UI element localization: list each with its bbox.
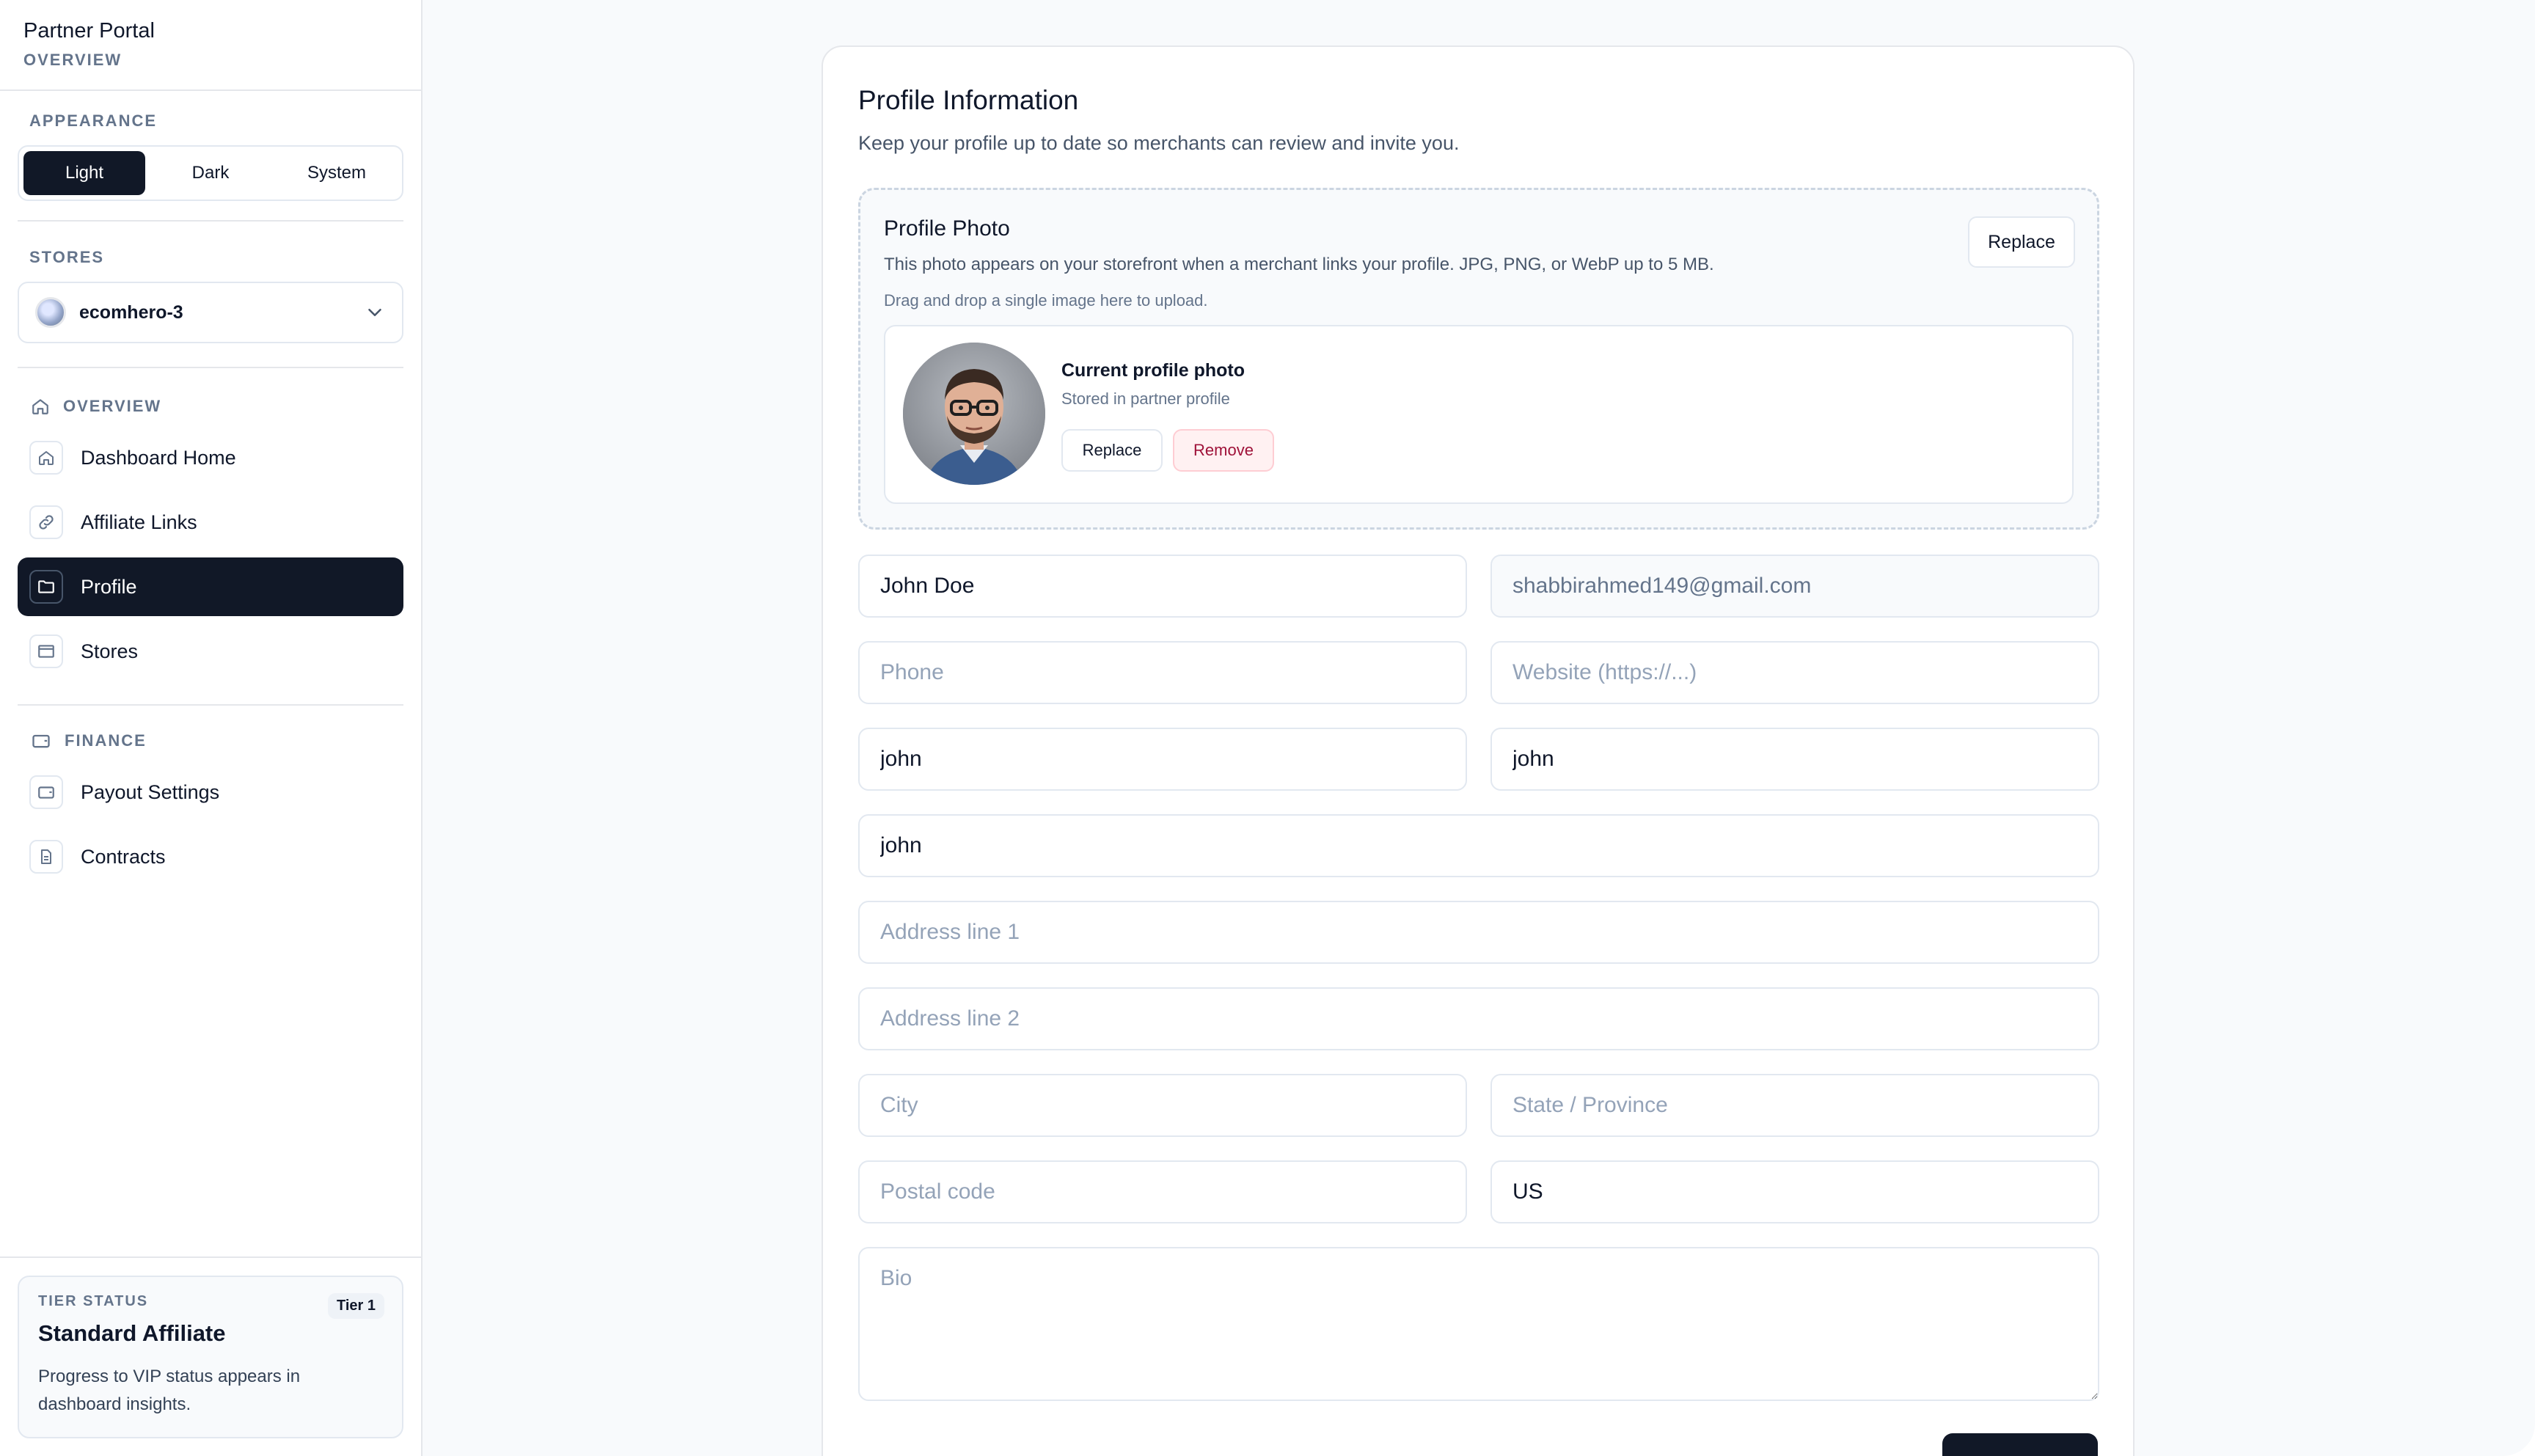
photo-dropzone[interactable]: Profile Photo This photo appears on your… [858,188,2099,530]
stores-section: STORES ecomhero-3 [0,222,421,343]
postal-code-input[interactable] [858,1160,1467,1223]
wallet-icon [38,786,54,799]
finance-nav: FINANCE Payout Settings Contracts [0,706,421,886]
tier-status-card: TIER STATUS Tier 1 Standard Affiliate Pr… [18,1276,403,1438]
link-icon-box [29,505,63,539]
website-input[interactable] [1490,641,2099,704]
appearance-label: APPEARANCE [29,111,158,130]
globe-icon [35,297,66,328]
sidebar-item-payout-settings[interactable]: Payout Settings [18,763,403,822]
state-input[interactable] [1490,1074,2099,1137]
wallet-icon-box [29,775,63,809]
current-photo-title: Current profile photo [1061,360,1245,381]
email-input[interactable] [1490,555,2099,618]
overview-nav: OVERVIEW Dashboard Home Affiliate Links … [0,368,421,681]
replace-photo-button[interactable]: Replace [1968,216,2075,268]
store-icon [38,645,54,658]
photo-title: Profile Photo [884,216,1010,241]
home-icon [32,399,48,414]
folder-icon-box [29,570,63,604]
app-window: Partner Portal OVERVIEW APPEARANCE Light… [0,0,2535,1456]
brand: Partner Portal OVERVIEW [0,0,421,91]
current-photo-panel: Current profile photo Stored in partner … [884,325,2074,504]
link-icon [39,515,54,530]
store-selector[interactable]: ecomhero-3 [18,282,403,343]
sidebar-item-label: Contracts [81,845,166,868]
sidebar-item-label: Dashboard Home [81,446,236,469]
sidebar-item-dashboard-home[interactable]: Dashboard Home [18,428,403,487]
theme-toggle: Light Dark System [18,145,403,201]
country-input[interactable] [1490,1160,2099,1223]
folder-icon [38,580,54,593]
sidebar-item-label: Affiliate Links [81,511,197,533]
finance-header: FINANCE [0,726,421,756]
tier-name: Standard Affiliate [38,1320,226,1346]
sidebar-item-label: Profile [81,575,137,598]
last-name-input[interactable] [1490,728,2099,791]
document-icon-box [29,840,63,874]
page-subtitle: Keep your profile up to date so merchant… [858,132,1460,154]
save-button[interactable] [1942,1433,2098,1456]
stores-label: STORES [29,248,105,266]
replace-current-photo-button[interactable]: Replace [1061,429,1163,472]
main-content: Profile Information Keep your profile up… [422,0,2535,1456]
avatar-portrait [903,343,1045,485]
chevron-down-icon [368,309,381,316]
remove-photo-button[interactable]: Remove [1173,429,1274,472]
sidebar-item-profile[interactable]: Profile [18,557,403,616]
phone-input[interactable] [858,641,1467,704]
wallet-icon [32,734,50,748]
address-line-2-input[interactable] [858,987,2099,1050]
sidebar-item-contracts[interactable]: Contracts [18,827,403,886]
company-input[interactable] [858,814,2099,877]
page-title: Profile Information [858,85,1079,115]
current-photo-subtitle: Stored in partner profile [1061,389,1230,408]
appearance-section: APPEARANCE Light Dark System [0,91,421,201]
home-icon [39,451,54,465]
bio-textarea[interactable] [858,1247,2099,1401]
brand-subtitle: OVERVIEW [23,51,122,69]
theme-light-button[interactable]: Light [23,151,145,195]
sidebar-item-label: Payout Settings [81,780,220,803]
photo-description: This photo appears on your storefront wh… [884,255,1714,274]
first-name-input[interactable] [858,728,1467,791]
store-name: ecomhero-3 [79,301,183,323]
document-icon [41,849,51,864]
brand-title: Partner Portal [23,19,155,43]
address-line-1-input[interactable] [858,901,2099,964]
tier-description: Progress to VIP status appears in dashbo… [38,1367,301,1414]
sidebar-item-label: Stores [81,640,139,662]
photo-hint: Drag and drop a single image here to upl… [884,291,1208,310]
name-input[interactable] [858,555,1467,618]
overview-label: OVERVIEW [63,397,162,415]
city-input[interactable] [858,1074,1467,1137]
theme-system-button[interactable]: System [276,151,398,195]
overview-header: OVERVIEW [0,392,421,421]
sidebar: Partner Portal OVERVIEW APPEARANCE Light… [0,0,422,1456]
sidebar-item-stores[interactable]: Stores [18,622,403,681]
finance-label: FINANCE [65,731,147,750]
store-icon-box [29,634,63,668]
tier-section: TIER STATUS Tier 1 Standard Affiliate Pr… [0,1256,421,1456]
profile-card: Profile Information Keep your profile up… [822,45,2135,1456]
sidebar-item-affiliate-links[interactable]: Affiliate Links [18,493,403,552]
theme-dark-button[interactable]: Dark [150,151,271,195]
avatar [903,343,1045,485]
tier-badge: Tier 1 [328,1293,384,1319]
home-icon-box [29,441,63,475]
